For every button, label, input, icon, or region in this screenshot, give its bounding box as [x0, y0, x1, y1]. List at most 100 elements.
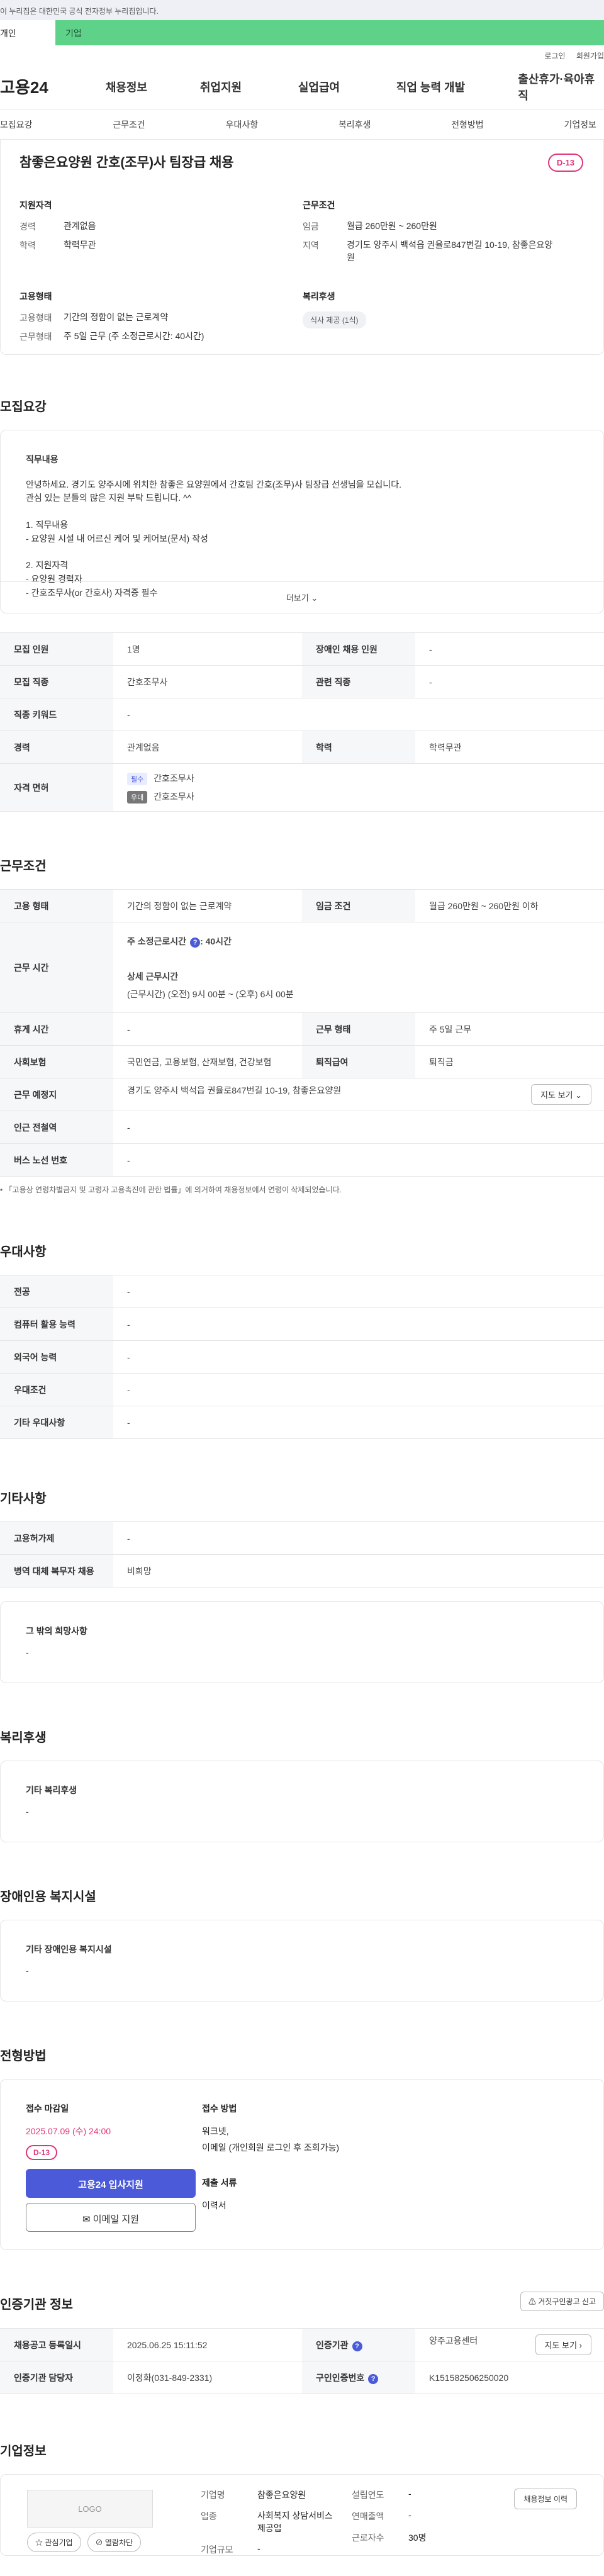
emp-col: 고용형태 고용형태 기간의 정함이 없는 근로계약 근무형태 주 5일 근무 (주 …: [20, 290, 303, 349]
tab-individual[interactable]: 개인: [0, 20, 55, 45]
signup-link[interactable]: 회원가입: [576, 52, 604, 60]
etc-box-heading: 그 밖의 희망사항: [26, 1626, 87, 1636]
map-button-label: 지도 보기: [540, 1090, 573, 1100]
hours-cell: 주 소정근로시간?: 40시간 상세 근무시간 (근무시간) (오전) 9시 0…: [113, 922, 604, 1013]
row-key: 전공: [0, 1275, 113, 1308]
tab-screening[interactable]: 전형방법: [451, 118, 484, 131]
info-icon[interactable]: ?: [368, 2373, 379, 2384]
report-button[interactable]: ⚠ 거짓구인광고 신고: [520, 2292, 604, 2311]
company-title: 기업정보: [0, 2444, 47, 2458]
row-val: 주 5일 근무: [415, 1012, 604, 1046]
summary-grid-2: 고용형태 고용형태 기간의 정함이 없는 근로계약 근무형태 주 5일 근무 (주 …: [20, 290, 593, 349]
row-key: 고용 형태: [0, 889, 113, 922]
tab-pref[interactable]: 우대사항: [226, 118, 259, 131]
method-line: 워크넷,: [202, 2126, 229, 2136]
agency-table: 채용공고 등록일시 2025.06.25 15:11:52 인증기관? 양주고용센…: [0, 2328, 604, 2394]
row-val: -: [408, 2510, 411, 2520]
row-val: 사회복지 상담서비스 제공업: [257, 2511, 333, 2533]
method-line: 이메일 (개인회원 로그인 후 조회가능): [202, 2142, 340, 2153]
age-note: • 「고용상 연령차별금지 및 고령자 고용촉진에 관한 법률」에 의거하여 채…: [0, 1185, 342, 1194]
duty-line: 관심 있는 분들의 많은 지원 부탁 드립니다. ^^: [26, 493, 192, 503]
duty-line: 2. 지원자격: [26, 560, 69, 571]
siren-icon: ⚠: [528, 2297, 536, 2306]
qual-heading: 지원자격: [20, 200, 52, 210]
company-row: 기업명 참좋은요양원: [201, 2489, 352, 2501]
table-row: 우대조건 -: [0, 1373, 604, 1406]
info-icon[interactable]: ?: [190, 937, 201, 948]
site-logo[interactable]: 고용24: [0, 75, 106, 98]
gnb-job-training[interactable]: 직업 능력 개발: [396, 79, 518, 95]
pref-table: 전공 - 컴퓨터 활용 능력 - 외국어 능력 - 우대조건 - 기타 우대사항 -: [0, 1275, 604, 1439]
more-button[interactable]: 더보기 ⌄: [1, 581, 603, 613]
row-key: 기타 우대사항: [0, 1406, 113, 1439]
row-key: 채용공고 등록일시: [0, 2328, 113, 2361]
row-key: 업종: [201, 2511, 217, 2521]
docs-value: 이력서: [202, 2200, 226, 2210]
qual-key: 학력: [20, 240, 36, 250]
table-row: 컴퓨터 활용 능력 -: [0, 1308, 604, 1341]
row-key: 설립연도: [352, 2490, 384, 2500]
history-button[interactable]: 채용정보 이력: [514, 2489, 577, 2509]
org-key: 인증기관?: [302, 2328, 415, 2361]
info-icon[interactable]: ?: [352, 2341, 362, 2351]
deadline-dday: D-13: [26, 2145, 58, 2160]
tab-work[interactable]: 근무조건: [113, 118, 145, 131]
email-apply-label: 이메일 지원: [92, 2214, 139, 2225]
interest-button[interactable]: ☆ 관심기업: [27, 2533, 81, 2552]
duty-line: - 요양원 시설 내 어르신 케어 및 케어보(문서) 작성: [26, 533, 208, 544]
row-val: 이정화(031-849-2331): [113, 2361, 302, 2394]
cond-val: 경기도 양주시 백석읍 권율로847번길 10-19, 참좋은요양원: [347, 240, 553, 262]
apply-button[interactable]: 고용24 입사지원: [26, 2169, 196, 2198]
emp-key: 근무형태: [20, 332, 52, 342]
login-link[interactable]: 로그인: [544, 52, 565, 60]
company-row: 근로자수 30명: [352, 2531, 478, 2544]
duty-line: [26, 505, 578, 518]
row-key: 임금 조건: [302, 889, 415, 922]
gnb-unemployment-benefit[interactable]: 실업급여: [298, 79, 396, 95]
agency-map-button[interactable]: 지도 보기 ›: [535, 2334, 591, 2355]
no-key-label: 구인인증번호: [316, 2372, 365, 2383]
gnb-parental-leave[interactable]: 출산휴가·육아휴직: [518, 70, 604, 103]
welfare-box: 기타 복리후생 -: [0, 1761, 604, 1842]
row-val: -: [113, 1308, 604, 1341]
map-button[interactable]: 지도 보기 ⌄: [531, 1084, 591, 1105]
row-val: -: [113, 1406, 604, 1439]
more-label: 더보기: [286, 593, 309, 603]
org-key-label: 인증기관: [316, 2339, 349, 2350]
duty-heading: 직무내용: [26, 454, 59, 464]
row-val: -: [113, 1143, 604, 1177]
pref-title: 우대사항: [0, 1245, 47, 1259]
gnb-jobs[interactable]: 채용정보: [106, 79, 200, 95]
table-row: 근무 시간 주 소정근로시간?: 40시간 상세 근무시간 (근무시간) (오전…: [0, 922, 604, 1013]
row-key: 병역 대체 복무자 채용: [0, 1554, 113, 1588]
tab-corporate[interactable]: 기업: [55, 20, 604, 45]
table-row: 경력 관계없음 학력 학력무관: [0, 731, 604, 764]
row-key: 고용허가제: [0, 1521, 113, 1555]
disabled-box-value: -: [26, 1966, 29, 1976]
interest-label: 관심기업: [45, 2538, 73, 2547]
table-row: 채용공고 등록일시 2025.06.25 15:11:52 인증기관? 양주고용센…: [0, 2328, 604, 2361]
tab-welfare[interactable]: 복리후생: [338, 118, 371, 131]
block-button[interactable]: ⊘ 열람차단: [87, 2533, 142, 2552]
block-icon: ⊘: [95, 2538, 103, 2547]
job-summary: 참좋은요양원 간호(조무)사 팀장급 채용 D-13 지원자격 경력 관계없음 학…: [0, 140, 604, 355]
table-row: 기타 우대사항 -: [0, 1406, 604, 1439]
hours-main-value: : 40시간: [200, 936, 232, 946]
row-val: 참좋은요양원: [257, 2490, 306, 2500]
row-key: 사회보험: [0, 1045, 113, 1078]
row-key: 자격 면허: [0, 763, 113, 812]
tab-recruit[interactable]: 모집요강: [0, 118, 33, 131]
duty-line: 안녕하세요. 경기도 양주시에 위치한 참좋은 요양원에서 간호팀 간호(조무)…: [26, 479, 401, 490]
gnb-employment-support[interactable]: 취업지원: [200, 79, 298, 95]
gov-banner: 이 누리집은 대한민국 공식 전자정부 누리집입니다.: [0, 0, 604, 20]
dday-badge: D-13: [547, 154, 583, 172]
disabled-box-heading: 기타 장애인용 복지시설: [26, 1944, 112, 1954]
email-apply-button[interactable]: ✉ 이메일 지원: [26, 2203, 196, 2232]
row-key: 기업명: [201, 2490, 225, 2500]
tab-company[interactable]: 기업정보: [564, 118, 596, 131]
emp-val: 주 5일 근무 (주 소정근로시간: 40시간): [64, 331, 204, 342]
table-row: 모집 인원 1명 장애인 채용 인원 -: [0, 632, 604, 666]
docs-heading: 제출 서류: [202, 2178, 237, 2188]
row-key: 근무 예정지: [0, 1078, 113, 1111]
row-key: 근로자수: [352, 2533, 384, 2543]
